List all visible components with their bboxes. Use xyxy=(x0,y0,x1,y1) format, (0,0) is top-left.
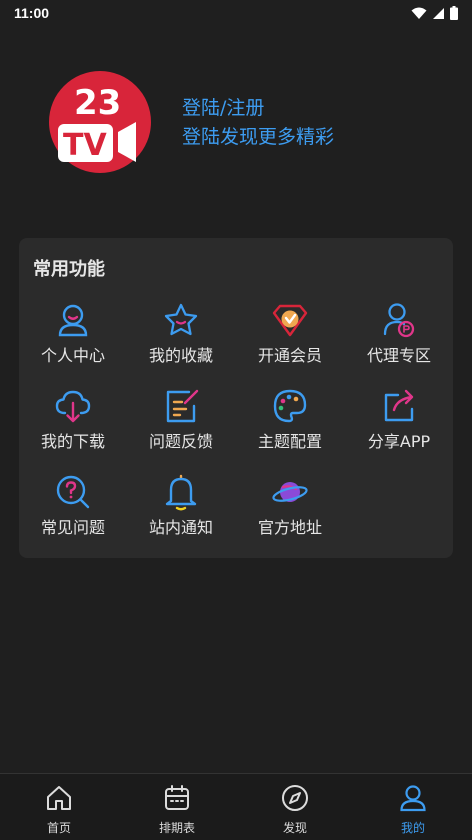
status-bar: 11:00 xyxy=(0,0,472,26)
share-icon xyxy=(379,386,419,426)
agent-icon xyxy=(379,300,419,340)
login-subtitle: 登陆发现更多精彩 xyxy=(182,126,335,148)
vip-icon xyxy=(270,300,310,340)
tab-label: 排期表 xyxy=(158,821,195,835)
func-my-downloads[interactable]: 我的下载 xyxy=(19,380,127,460)
tab-label: 首页 xyxy=(46,821,71,835)
bottom-tab-bar: 首页 排期表 发现 我的 xyxy=(0,773,472,840)
svg-text:23: 23 xyxy=(74,83,121,123)
tab-mine[interactable]: 我的 xyxy=(354,774,472,840)
tab-home[interactable]: 首页 xyxy=(0,774,118,840)
func-agent-zone[interactable]: 代理专区 xyxy=(345,294,453,374)
func-label: 个人中心 xyxy=(40,346,105,365)
palette-icon xyxy=(270,386,310,426)
func-theme-config[interactable]: 主题配置 xyxy=(236,380,344,460)
func-label: 分享APP xyxy=(367,432,431,451)
star-icon xyxy=(161,300,201,340)
func-label: 常见问题 xyxy=(40,518,105,537)
tab-discover[interactable]: 发现 xyxy=(236,774,354,840)
login-register-link[interactable]: 登陆/注册 xyxy=(182,94,334,123)
func-site-notice[interactable]: 站内通知 xyxy=(127,466,235,546)
tab-label: 我的 xyxy=(400,821,425,835)
help-icon xyxy=(53,472,93,512)
status-icons xyxy=(411,6,458,20)
func-personal-center[interactable]: 个人中心 xyxy=(19,294,127,374)
func-label: 主题配置 xyxy=(257,432,322,451)
func-label: 官方地址 xyxy=(257,518,322,537)
func-official-address[interactable]: 官方地址 xyxy=(236,466,344,546)
func-label: 问题反馈 xyxy=(148,432,213,451)
wifi-icon xyxy=(411,7,427,19)
func-open-vip[interactable]: 开通会员 xyxy=(236,294,344,374)
func-label: 我的下载 xyxy=(40,432,105,451)
login-header[interactable]: 23 TV 登陆/注册 登陆发现更多精彩 xyxy=(48,70,448,180)
common-functions-card: 常用功能 个人中心 我的收藏 开通会员 代理专区 我的下载 问题反馈 主题配置 … xyxy=(19,238,453,558)
func-feedback[interactable]: 问题反馈 xyxy=(127,380,235,460)
calendar-icon xyxy=(162,783,192,813)
func-my-favorites[interactable]: 我的收藏 xyxy=(127,294,235,374)
user-icon xyxy=(53,300,93,340)
section-title: 常用功能 xyxy=(33,259,105,280)
func-share-app[interactable]: 分享APP xyxy=(345,380,453,460)
planet-icon xyxy=(270,472,310,512)
cloud-download-icon xyxy=(53,386,93,426)
home-icon xyxy=(44,783,74,813)
signal-icon xyxy=(433,7,444,19)
svg-text:TV: TV xyxy=(63,128,107,163)
func-faq[interactable]: 常见问题 xyxy=(19,466,127,546)
tab-schedule[interactable]: 排期表 xyxy=(118,774,236,840)
tab-label: 发现 xyxy=(282,821,307,835)
bell-icon xyxy=(161,472,201,512)
feedback-icon xyxy=(161,386,201,426)
func-label: 我的收藏 xyxy=(148,346,213,365)
func-label: 代理专区 xyxy=(366,346,431,365)
func-label: 站内通知 xyxy=(148,518,213,537)
battery-icon xyxy=(450,6,458,20)
func-label: 开通会员 xyxy=(257,346,322,365)
profile-icon xyxy=(398,783,428,813)
app-logo: 23 TV xyxy=(49,71,151,173)
compass-icon xyxy=(280,783,310,813)
status-time: 11:00 xyxy=(14,5,50,21)
